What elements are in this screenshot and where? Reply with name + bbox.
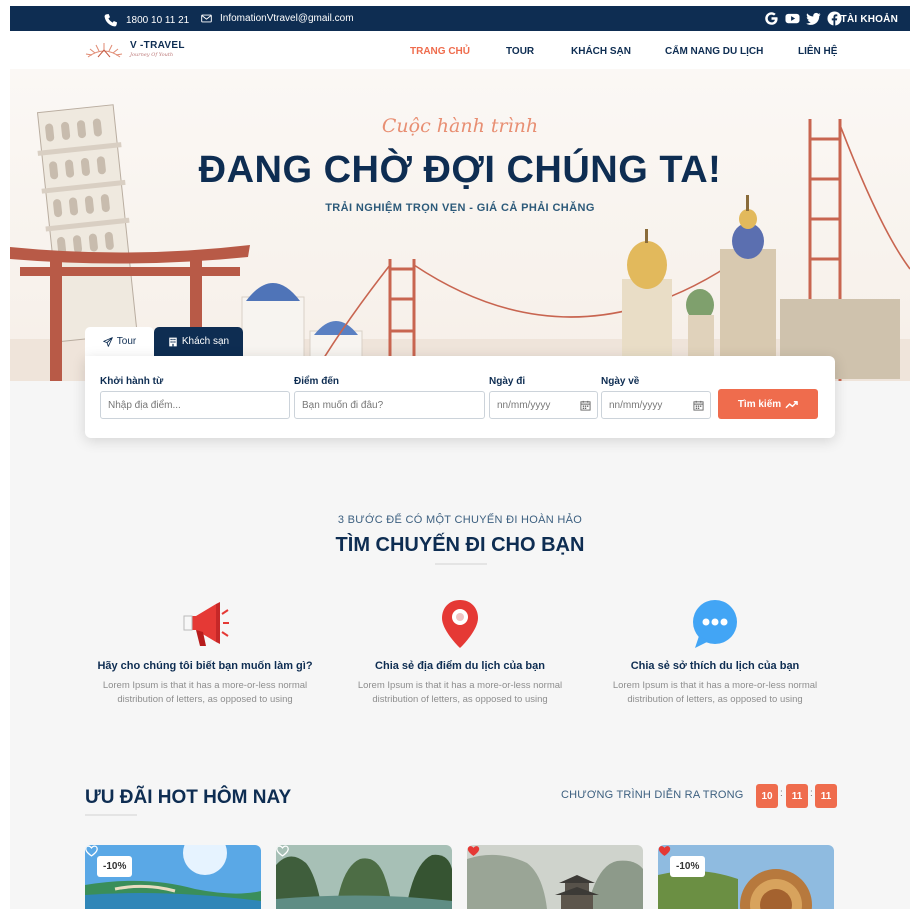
nav-item-contact[interactable]: LIÊN HỆ [798, 46, 837, 57]
return-date-placeholder: nn/mm/yyyy [609, 400, 663, 411]
hero-subtitle: TRẢI NGHIỆM TRỌN VẸN - GIÁ CẢ PHẢI CHĂNG [325, 202, 595, 214]
step-description: Lorem Ipsum is that it has a more-or-les… [75, 679, 335, 707]
countdown-separator: : [810, 788, 813, 799]
paper-plane-icon [102, 336, 113, 347]
chat-bubble-icon [693, 600, 737, 648]
lantern-gate-photo [658, 845, 834, 909]
deal-card[interactable] [467, 845, 643, 909]
step-description: Lorem Ipsum is that it has a more-or-les… [585, 679, 845, 707]
search-button[interactable]: Tìm kiếm [718, 389, 818, 419]
step-desc-line: distribution of letters, as opposed to u… [627, 694, 803, 705]
depart-field-group: Ngày đi nn/mm/yyyy [489, 376, 598, 419]
step-title: Hãy cho chúng tôi biết bạn muốn làm gì? [97, 660, 313, 672]
deals-title: ƯU ĐÃI HOT HÔM NAY [85, 787, 292, 808]
nav-item-home[interactable]: TRANG CHỦ [410, 46, 506, 57]
tab-tour-label: Tour [116, 336, 137, 347]
return-field-group: Ngày về nn/mm/yyyy [601, 376, 711, 419]
deal-card[interactable]: -10% [658, 845, 834, 909]
top-bar: 1800 10 11 21 InfomationVtravel@gmail.co… [10, 6, 910, 31]
phone-contact[interactable]: 1800 10 11 21 [103, 13, 189, 28]
steps-title: TÌM CHUYẾN ĐI CHO BẠN [335, 534, 585, 556]
heart-outline-icon[interactable] [276, 845, 289, 857]
calendar-icon[interactable] [693, 400, 704, 411]
step-description: Lorem Ipsum is that it has a more-or-les… [330, 679, 590, 707]
discount-badge: -10% [670, 856, 706, 877]
heart-filled-icon[interactable] [658, 845, 671, 857]
sun-logo-icon [85, 43, 123, 58]
main-nav: V -TRAVEL Journey Of Youth TRANG CHỦ TOU… [10, 31, 910, 69]
countdown-minutes: 11 [786, 784, 808, 808]
from-label: Khởi hành từ [100, 376, 164, 387]
mail-icon [201, 14, 212, 23]
to-field-group: Điểm đến Bạn muốn đi đâu? [294, 376, 485, 419]
steps-kicker: 3 BƯỚC ĐỂ CÓ MỘT CHUYẾN ĐI HOÀN HẢO [337, 514, 583, 526]
twitter-icon[interactable] [806, 11, 821, 26]
nav-item-hotel[interactable]: KHÁCH SẠN [571, 46, 665, 57]
email-contact[interactable]: InfomationVtravel@gmail.com [201, 13, 354, 24]
hero-script-text: Cuộc hành trình [381, 115, 539, 137]
deals-divider [85, 814, 137, 816]
nav-item-guide[interactable]: CẨM NANG DU LỊCH [665, 46, 798, 57]
step-desc-line: Lorem Ipsum is that it has a more-or-les… [357, 680, 563, 691]
countdown-seconds: 11 [815, 784, 837, 808]
social-links [764, 11, 842, 26]
phone-number: 1800 10 11 21 [126, 15, 190, 26]
step-title: Chia sẻ địa điểm du lịch của bạn [375, 660, 545, 672]
karst-bay-photo [276, 845, 452, 909]
hero-title: ĐANG CHỜ ĐỢI CHÚNG TA! [198, 149, 722, 191]
phone-icon [104, 13, 118, 27]
calendar-icon[interactable] [580, 400, 591, 411]
location-pin-icon [442, 600, 478, 648]
tab-tour[interactable]: Tour [85, 327, 154, 356]
deal-card[interactable] [276, 845, 452, 909]
to-input[interactable]: Bạn muốn đi đâu? [294, 391, 485, 419]
beach-photo [85, 845, 261, 909]
search-form: Khởi hành từ Nhập địa điểm... Điểm đến B… [85, 356, 835, 438]
account-link[interactable]: TÀI KHOẢN [841, 14, 898, 25]
return-label: Ngày về [601, 376, 640, 387]
step-desc-line: distribution of letters, as opposed to u… [117, 694, 293, 705]
brand-logo[interactable]: V -TRAVEL Journey Of Youth [84, 37, 185, 61]
building-icon [169, 337, 177, 346]
to-label: Điểm đến [294, 376, 340, 387]
tab-hotel[interactable]: Khách sạn [154, 327, 243, 356]
brand-tagline: Journey Of Youth [130, 52, 174, 58]
from-input[interactable]: Nhập địa điểm... [100, 391, 290, 419]
steps-divider [435, 563, 487, 565]
step-item: Hãy cho chúng tôi biết bạn muốn làm gì? … [75, 598, 335, 707]
nav-links: TRANG CHỦ TOUR KHÁCH SẠN CẨM NANG DU LỊC… [410, 46, 837, 57]
depart-label: Ngày đi [489, 376, 526, 387]
discount-badge: -10% [97, 856, 133, 877]
megaphone-icon [183, 602, 229, 646]
countdown-hours: 10 [756, 784, 778, 808]
heart-filled-icon[interactable] [467, 845, 480, 857]
youtube-icon[interactable] [785, 11, 800, 26]
email-address: InfomationVtravel@gmail.com [220, 13, 354, 24]
trending-up-icon [785, 400, 798, 408]
return-date-input[interactable]: nn/mm/yyyy [601, 391, 711, 419]
from-field-group: Khởi hành từ Nhập địa điểm... [100, 376, 290, 419]
step-title: Chia sẻ sở thích du lịch của bạn [630, 660, 800, 672]
depart-date-input[interactable]: nn/mm/yyyy [489, 391, 598, 419]
step-desc-line: Lorem Ipsum is that it has a more-or-les… [612, 680, 818, 691]
tab-hotel-label: Khách sạn [181, 336, 230, 347]
search-button-label: Tìm kiếm [737, 398, 782, 410]
depart-date-placeholder: nn/mm/yyyy [497, 400, 551, 411]
nav-item-tour[interactable]: TOUR [506, 46, 571, 57]
brand-name: V -TRAVEL [130, 40, 185, 51]
pagoda-photo [467, 845, 643, 909]
step-desc-line: distribution of letters, as opposed to u… [372, 694, 548, 705]
step-item: Chia sẻ sở thích du lịch của bạn Lorem I… [585, 598, 845, 707]
google-icon[interactable] [764, 11, 779, 26]
countdown-separator: : [780, 788, 783, 799]
heart-outline-icon[interactable] [85, 845, 98, 857]
deal-card[interactable]: -10% [85, 845, 261, 909]
countdown-label: CHƯƠNG TRÌNH DIỄN RA TRONG [561, 789, 744, 801]
step-desc-line: Lorem Ipsum is that it has a more-or-les… [102, 680, 308, 691]
step-item: Chia sẻ địa điểm du lịch của bạn Lorem I… [330, 598, 590, 707]
search-tabs: Tour Khách sạn [85, 327, 243, 356]
